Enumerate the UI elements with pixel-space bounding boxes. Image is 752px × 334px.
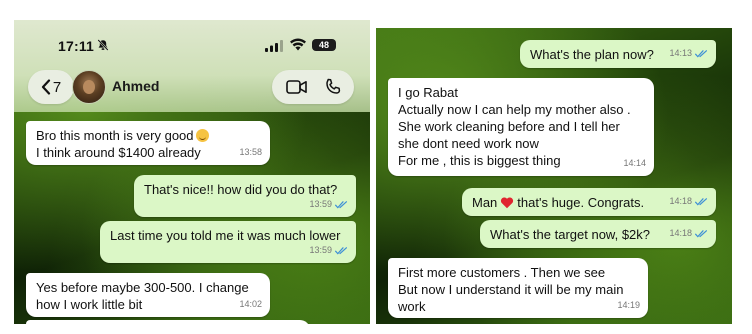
- message-incoming[interactable]: Yes before maybe 300-500. I change how I…: [26, 273, 270, 317]
- voice-call-icon[interactable]: [324, 78, 342, 96]
- status-time: 17:11: [58, 38, 95, 54]
- message-outgoing[interactable]: What's the target now, $2k? 14:18: [480, 220, 716, 248]
- message-meta: 14:18: [669, 225, 708, 242]
- unread-count: 7: [52, 78, 62, 96]
- message-line: For me , this is biggest thing: [398, 153, 561, 168]
- video-call-icon[interactable]: [286, 79, 308, 95]
- message-line: She work cleaning before and I tell her: [398, 119, 620, 134]
- message-line: Actually now I can help my mother also .: [398, 102, 631, 117]
- message-time: 13:58: [239, 147, 262, 157]
- message-time: 13:59: [309, 245, 332, 255]
- message-meta: 13:59: [309, 242, 348, 259]
- message-meta: 13:59: [309, 196, 348, 213]
- message-time: 14:19: [617, 300, 640, 310]
- message-meta: 14:18: [669, 193, 708, 210]
- message-incoming[interactable]: Bro this month is very good I think arou…: [26, 121, 270, 165]
- message-line: I go Rabat: [398, 85, 458, 100]
- message-time: 13:59: [309, 199, 332, 209]
- message-line: Bro this month is very good: [36, 127, 260, 144]
- message-incoming[interactable]: First more customers . Then we see But n…: [388, 258, 648, 318]
- message-meta: 14:13: [669, 45, 708, 62]
- message-meta: 14:19: [617, 297, 640, 314]
- read-ticks-icon: [695, 49, 707, 57]
- signal-icon: [265, 40, 283, 52]
- message-line: she dont need work now: [398, 136, 539, 151]
- back-button[interactable]: 7: [28, 70, 74, 104]
- message-meta: 14:14: [623, 155, 646, 172]
- message-line: how I work little bit: [36, 297, 143, 312]
- message-incoming[interactable]: I go Rabat Actually now I can help my mo…: [388, 78, 654, 176]
- read-ticks-icon: [695, 229, 707, 237]
- wifi-icon: [290, 38, 306, 51]
- read-ticks-icon: [695, 197, 707, 205]
- message-line: Yes before maybe 300-500. I change: [36, 280, 249, 295]
- call-actions: [272, 70, 354, 104]
- message-time: 14:18: [669, 196, 692, 206]
- grin-sweat-emoji-icon: [195, 129, 209, 142]
- message-outgoing[interactable]: That's nice!! how did you do that? 13:59: [134, 175, 356, 217]
- message-time: 14:13: [669, 48, 692, 58]
- battery-icon: 48: [312, 39, 336, 51]
- message-meta: 14:02: [239, 296, 262, 313]
- chat-screenshot-right: What's the plan now? 14:13 I go Rabat Ac…: [376, 28, 732, 324]
- message-outgoing[interactable]: Last time you told me it was much lower …: [100, 221, 356, 263]
- contact-name[interactable]: Ahmed: [112, 78, 159, 94]
- muted-bell-icon: [97, 39, 109, 51]
- chevron-left-icon: [41, 79, 50, 95]
- message-incoming-partial: [26, 320, 310, 324]
- message-meta: 13:58: [239, 144, 262, 161]
- message-line: I think around $1400 already: [36, 145, 201, 160]
- message-time: 14:02: [239, 299, 262, 309]
- message-time: 14:18: [669, 228, 692, 238]
- message-outgoing[interactable]: Man that's huge. Congrats. 14:18: [462, 188, 716, 216]
- message-time: 14:14: [623, 158, 646, 168]
- message-line: First more customers . Then we see: [398, 265, 606, 280]
- chat-header: 17:11 48 7 Ahmed: [14, 20, 370, 112]
- message-outgoing[interactable]: What's the plan now? 14:13: [520, 40, 716, 68]
- heart-emoji-icon: [501, 197, 514, 209]
- avatar[interactable]: [72, 70, 106, 104]
- message-line: But now I understand it will be my main: [398, 282, 624, 297]
- read-ticks-icon: [335, 200, 347, 208]
- message-line: work: [398, 299, 426, 314]
- read-ticks-icon: [335, 246, 347, 254]
- chat-screenshot-left: 17:11 48 7 Ahmed Bro this month is very …: [14, 20, 370, 324]
- avatar-face: [83, 80, 95, 94]
